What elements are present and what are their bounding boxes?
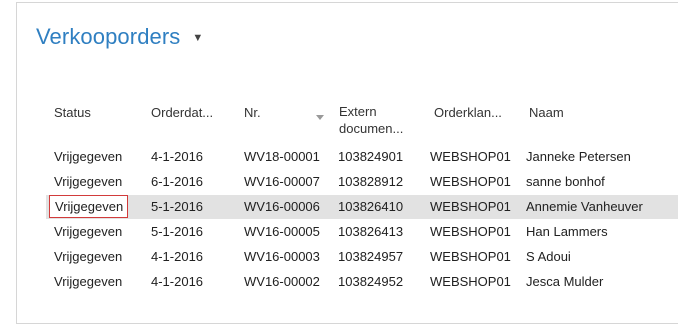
column-header-label: Orderklan... <box>434 105 502 120</box>
order-date-cell[interactable]: 4-1-2016 <box>151 249 203 264</box>
column-header-customer[interactable]: Orderklan... <box>434 104 502 121</box>
order-nr-cell[interactable]: WV18-00001 <box>244 149 320 164</box>
external-doc-cell[interactable]: 103826413 <box>338 224 403 239</box>
column-header-external-doc[interactable]: Extern documen... <box>339 103 403 137</box>
column-header-label: Orderdat... <box>151 105 214 120</box>
column-header-status[interactable]: Status <box>54 104 91 121</box>
order-nr-cell[interactable]: WV16-00005 <box>244 224 320 239</box>
table-row-selected[interactable]: Vrijgegeven 5-1-2016 WV16-00006 10382641… <box>46 195 678 219</box>
column-header-order-date[interactable]: Orderdat... <box>151 104 213 121</box>
status-cell-focused[interactable]: Vrijgegeven <box>49 195 129 218</box>
customer-cell[interactable]: WEBSHOP01 <box>430 149 511 164</box>
order-nr-cell[interactable]: WV16-00002 <box>244 274 320 289</box>
column-header-nr[interactable]: Nr. <box>244 104 261 121</box>
order-date-cell[interactable]: 5-1-2016 <box>151 199 203 214</box>
page-title[interactable]: Verkooporders ▼ <box>36 24 203 50</box>
external-doc-cell[interactable]: 103824901 <box>338 149 403 164</box>
customer-cell[interactable]: WEBSHOP01 <box>430 249 511 264</box>
customer-cell[interactable]: WEBSHOP01 <box>430 274 511 289</box>
column-header-label-line2: documen... <box>339 121 404 136</box>
order-date-cell[interactable]: 6-1-2016 <box>151 174 203 189</box>
column-header-name[interactable]: Naam <box>529 104 564 121</box>
name-cell[interactable]: Han Lammers <box>526 224 608 239</box>
customer-cell[interactable]: WEBSHOP01 <box>430 174 511 189</box>
table-row[interactable]: Vrijgegeven 4-1-2016 WV18-00001 10382490… <box>46 145 678 169</box>
table-row[interactable]: Vrijgegeven 4-1-2016 WV16-00002 10382495… <box>46 270 678 294</box>
name-cell[interactable]: sanne bonhof <box>526 174 605 189</box>
table-row[interactable]: Vrijgegeven 6-1-2016 WV16-00007 10382891… <box>46 170 678 194</box>
chevron-down-icon[interactable]: ▼ <box>192 32 203 44</box>
customer-cell[interactable]: WEBSHOP01 <box>430 224 511 239</box>
order-date-cell[interactable]: 5-1-2016 <box>151 224 203 239</box>
sort-descending-icon <box>316 115 324 120</box>
column-header-label-line1: Extern <box>339 104 377 119</box>
name-cell[interactable]: Janneke Petersen <box>526 149 631 164</box>
page-title-text: Verkooporders <box>36 24 181 49</box>
name-cell[interactable]: Annemie Vanheuver <box>526 199 643 214</box>
status-cell[interactable]: Vrijgegeven <box>54 174 122 189</box>
column-header-label: Status <box>54 105 91 120</box>
order-date-cell[interactable]: 4-1-2016 <box>151 274 203 289</box>
status-cell[interactable]: Vrijgegeven <box>54 249 122 264</box>
order-nr-cell[interactable]: WV16-00007 <box>244 174 320 189</box>
name-cell[interactable]: Jesca Mulder <box>526 274 603 289</box>
status-cell[interactable]: Vrijgegeven <box>54 274 122 289</box>
status-cell[interactable]: Vrijgegeven <box>54 224 122 239</box>
name-cell[interactable]: S Adoui <box>526 249 571 264</box>
customer-cell[interactable]: WEBSHOP01 <box>430 199 511 214</box>
external-doc-cell[interactable]: 103828912 <box>338 174 403 189</box>
table-row[interactable]: Vrijgegeven 4-1-2016 WV16-00003 10382495… <box>46 245 678 269</box>
external-doc-cell[interactable]: 103826410 <box>338 199 403 214</box>
order-nr-cell[interactable]: WV16-00003 <box>244 249 320 264</box>
table-row[interactable]: Vrijgegeven 5-1-2016 WV16-00005 10382641… <box>46 220 678 244</box>
external-doc-cell[interactable]: 103824957 <box>338 249 403 264</box>
order-date-cell[interactable]: 4-1-2016 <box>151 149 203 164</box>
column-header-label: Nr. <box>244 105 261 120</box>
order-nr-cell[interactable]: WV16-00006 <box>244 199 320 214</box>
column-header-label: Naam <box>529 105 564 120</box>
status-cell[interactable]: Vrijgegeven <box>54 149 122 164</box>
external-doc-cell[interactable]: 103824952 <box>338 274 403 289</box>
